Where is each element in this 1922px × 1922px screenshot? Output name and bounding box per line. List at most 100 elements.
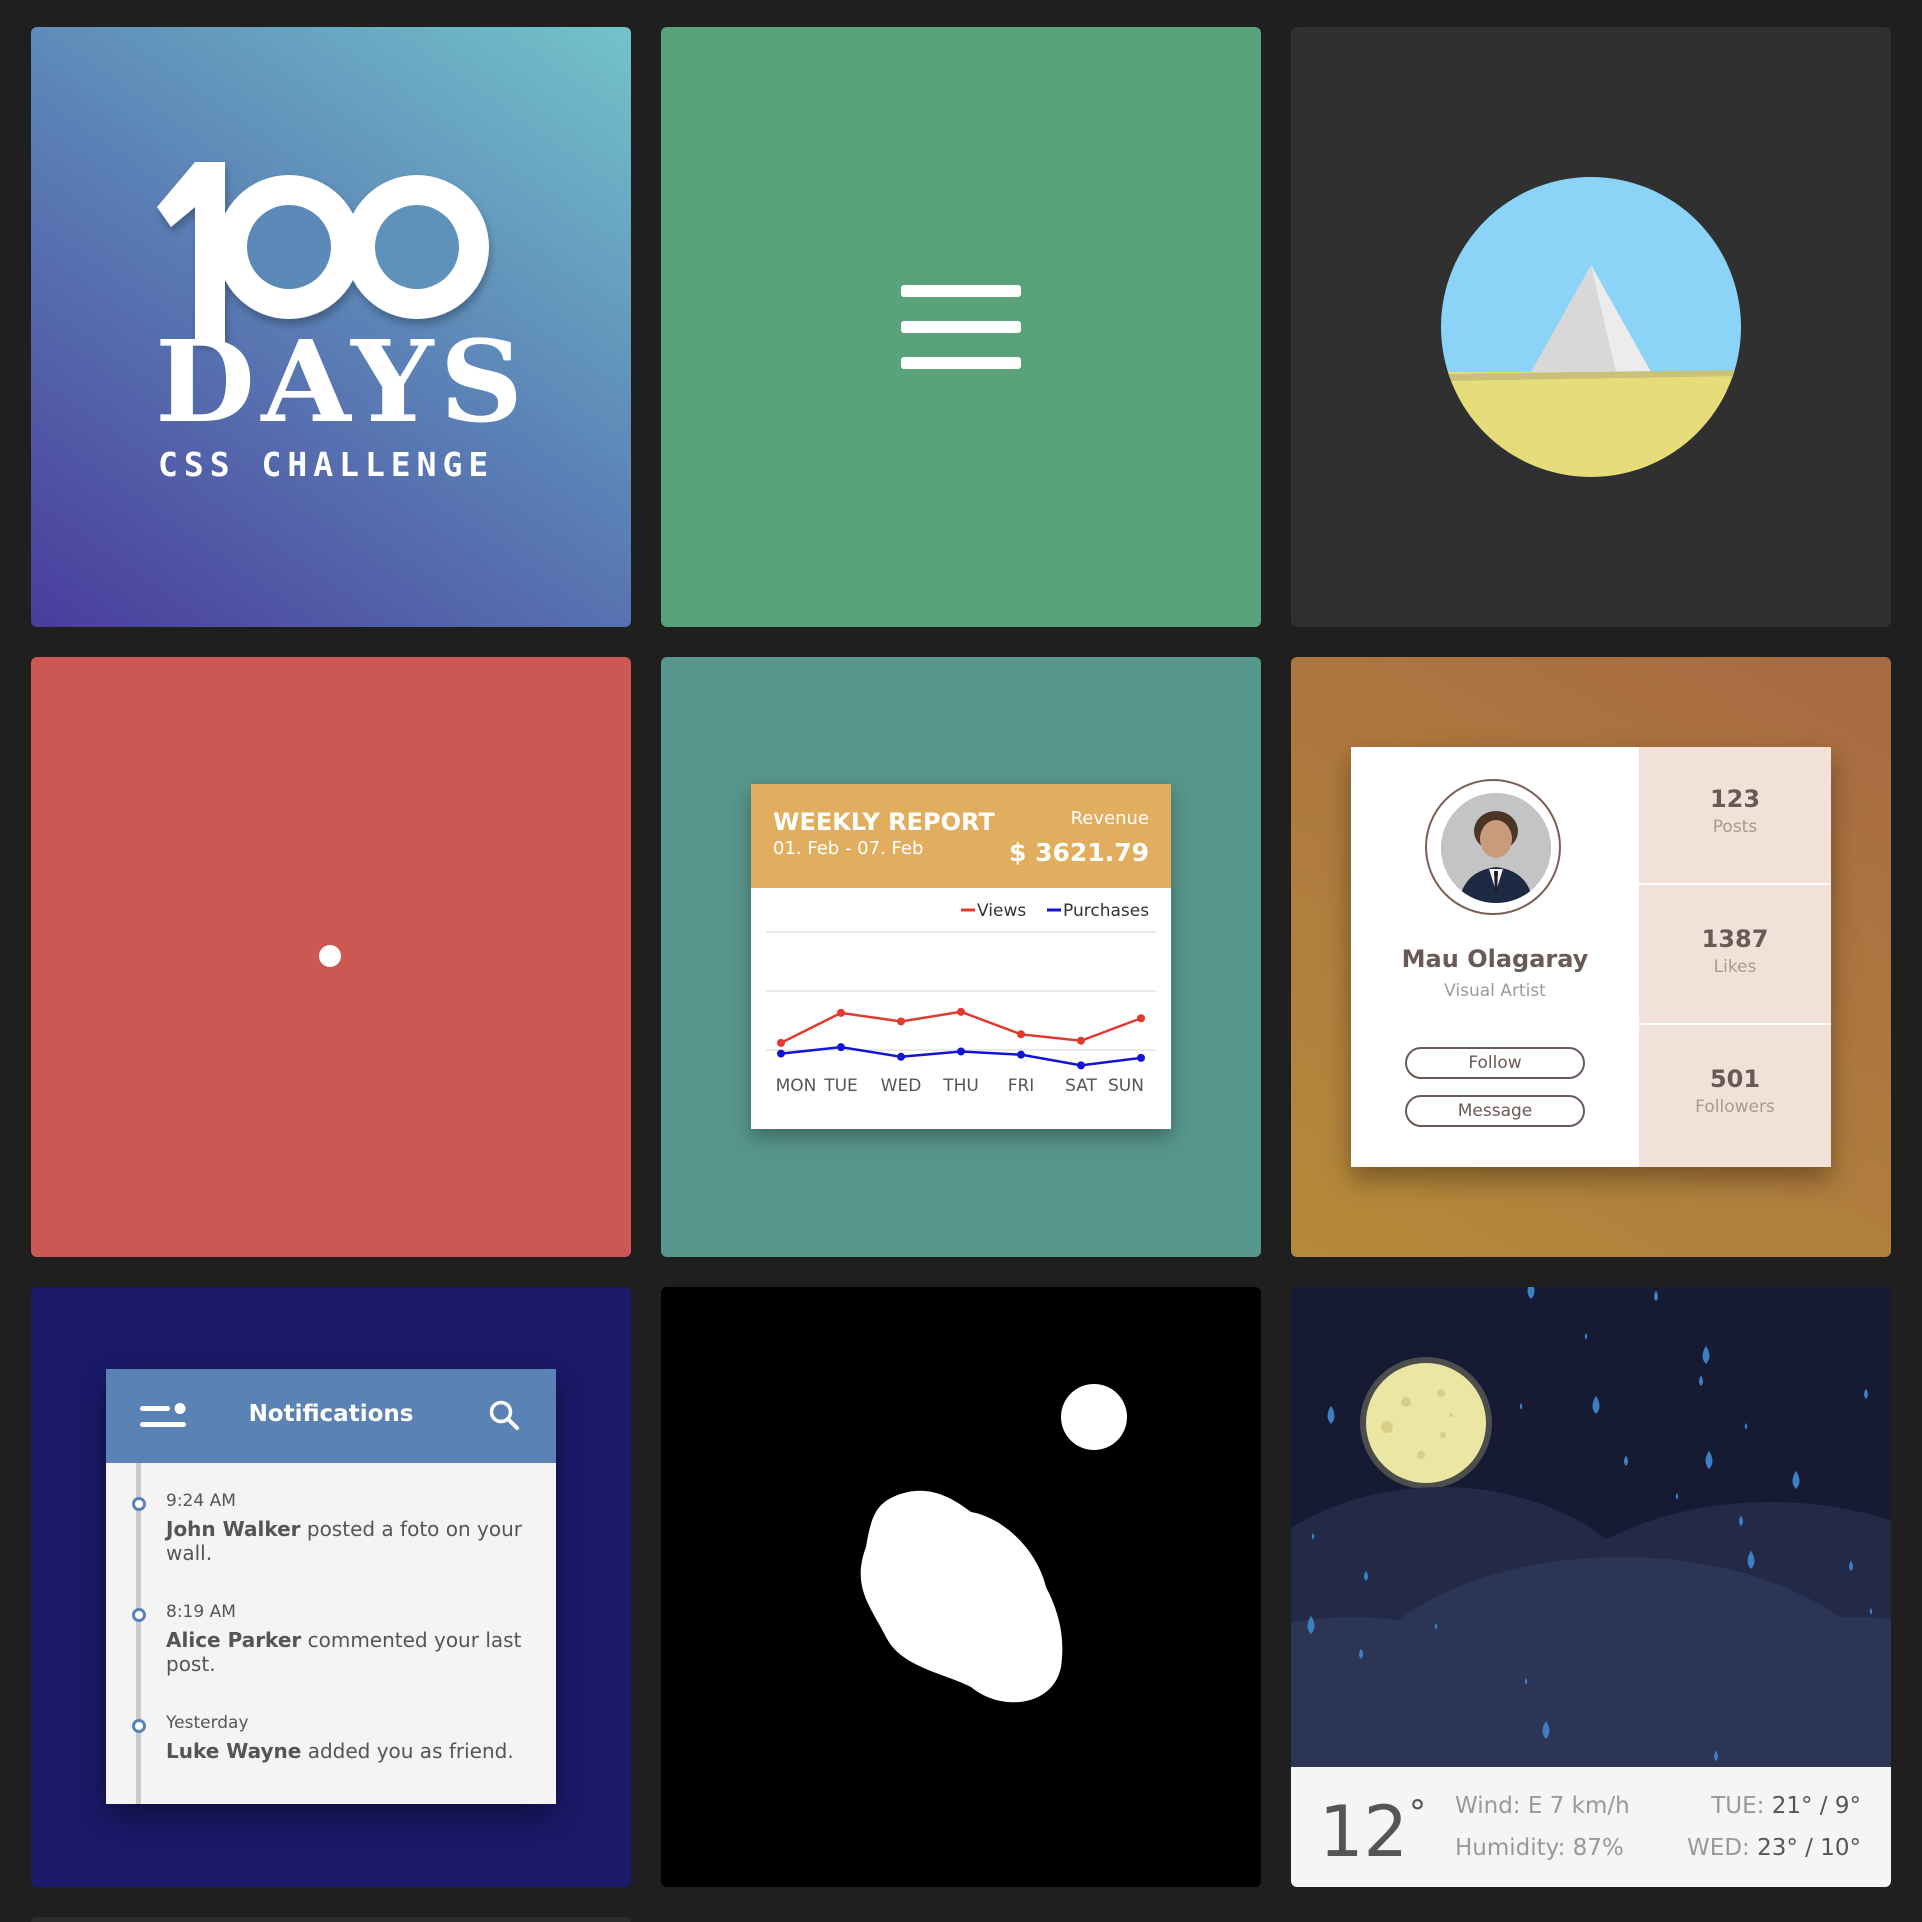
timeline-dot [132, 1719, 146, 1733]
data-point [897, 1017, 905, 1026]
temperature-degree: ° [1409, 1793, 1426, 1833]
profile-stats: 123 Posts 1387 Likes 501 Followers [1639, 747, 1831, 1167]
hamburger-line [901, 321, 1021, 333]
follow-button[interactable]: Follow [1405, 1047, 1585, 1079]
stat-label: Followers [1695, 1097, 1775, 1117]
stat-followers[interactable]: 501 Followers [1639, 1027, 1831, 1165]
avatar-ring [1425, 779, 1561, 915]
forecast-day: TUE: [1711, 1793, 1765, 1819]
x-tick-label: TUE [823, 1076, 858, 1096]
report-date-range: 01. Feb - 07. Feb [773, 838, 924, 859]
report-header: WEEKLY REPORT 01. Feb - 07. Feb Revenue … [751, 784, 1171, 888]
notification-name: Alice Parker [166, 1628, 302, 1652]
notification-text: Alice Parker commented your last post. [166, 1628, 536, 1676]
notification-message: added you as friend. [301, 1739, 514, 1763]
data-point [837, 1043, 845, 1052]
stat-likes[interactable]: 1387 Likes [1639, 887, 1831, 1025]
data-point [897, 1052, 905, 1061]
stat-posts[interactable]: 123 Posts [1639, 747, 1831, 885]
x-tick-label: MON [776, 1076, 817, 1096]
report-title: WEEKLY REPORT [773, 808, 995, 836]
temperature: 12 [1319, 1791, 1409, 1873]
forecast-day: WED: [1687, 1835, 1750, 1861]
logo-days-text: DAYS [155, 317, 530, 448]
red-dot-tile[interactable] [31, 657, 631, 1257]
x-tick-label: FRI [1008, 1076, 1035, 1096]
data-point [957, 1007, 965, 1016]
stat-label: Posts [1712, 817, 1758, 837]
x-tick-label: THU [942, 1076, 979, 1096]
pyramid-scene-icon [1441, 177, 1741, 477]
forecast-value: 21° / 9° [1771, 1793, 1861, 1819]
timeline-line [136, 1463, 141, 1804]
x-tick-label: SAT [1065, 1076, 1097, 1096]
weekly-line-chart: Views Purchases MON TUE WED THU FRI SAT SUN [766, 901, 1156, 1096]
hamburger-menu-icon[interactable] [901, 285, 1021, 393]
legend-label: Views [977, 901, 1026, 921]
profile-tile[interactable]: Mau Olagaray Visual Artist Follow Messag… [1291, 657, 1891, 1257]
small-blob [1061, 1384, 1127, 1450]
weekly-report-tile[interactable]: WEEKLY REPORT 01. Feb - 07. Feb Revenue … [661, 657, 1261, 1257]
blob-tile[interactable] [661, 1287, 1261, 1887]
revenue-label: Revenue [1070, 808, 1149, 829]
logo-tile[interactable]: 100 DAYS CSS CHALLENGE [31, 27, 631, 627]
stat-value: 1387 [1701, 925, 1769, 953]
data-point [1017, 1030, 1025, 1039]
message-button[interactable]: Message [1405, 1095, 1585, 1127]
next-tile-edge [31, 1917, 631, 1922]
notification-time: 9:24 AM [166, 1491, 236, 1511]
timeline-dot [132, 1497, 146, 1511]
humidity-info: Humidity: 87% [1455, 1835, 1624, 1861]
data-point [1077, 1036, 1085, 1045]
revenue-value: $ 3621.79 [1009, 838, 1149, 867]
white-dot [319, 945, 341, 967]
hamburger-tile[interactable] [661, 27, 1261, 627]
data-point [777, 1049, 785, 1058]
logo-subtitle: CSS CHALLENGE [158, 445, 495, 484]
weather-info-bar: 12 ° Wind: E 7 km/h Humidity: 87% TUE: 2… [1291, 1767, 1891, 1887]
notification-time: 8:19 AM [166, 1602, 236, 1622]
weather-scene [1291, 1287, 1891, 1767]
notifications-card: Notifications 9:24 AM John Walker posted… [106, 1369, 556, 1804]
data-point [1077, 1061, 1085, 1070]
timeline-dot [132, 1608, 146, 1622]
avatar-portrait-icon [1441, 793, 1551, 903]
stat-label: Likes [1713, 957, 1757, 977]
series-line [780, 1010, 1142, 1044]
x-tick-label: SUN [1108, 1076, 1144, 1096]
forecast-value: 23° / 10° [1757, 1835, 1861, 1861]
hamburger-line [901, 285, 1021, 297]
profile-main: Mau Olagaray Visual Artist Follow Messag… [1351, 747, 1639, 1167]
notification-text: Luke Wayne added you as friend. [166, 1739, 536, 1763]
legend-label: Purchases [1063, 901, 1149, 921]
weekly-report-card: WEEKLY REPORT 01. Feb - 07. Feb Revenue … [751, 784, 1171, 1129]
data-point [957, 1047, 965, 1056]
notification-name: John Walker [166, 1517, 301, 1541]
profile-name: Mau Olagaray [1401, 945, 1589, 973]
data-point [1017, 1050, 1025, 1059]
stat-value: 501 [1709, 1065, 1761, 1093]
profile-card: Mau Olagaray Visual Artist Follow Messag… [1351, 747, 1831, 1167]
logo-number: 100 [149, 147, 151, 148]
data-point [837, 1008, 845, 1017]
data-point [777, 1038, 785, 1047]
wind-info: Wind: E 7 km/h [1455, 1793, 1630, 1819]
pyramid-tile[interactable] [1291, 27, 1891, 627]
notifications-tile[interactable]: Notifications 9:24 AM John Walker posted… [31, 1287, 631, 1887]
search-icon[interactable] [488, 1399, 520, 1431]
notification-time: Yesterday [166, 1713, 249, 1733]
stat-value: 123 [1709, 785, 1761, 813]
notification-name: Luke Wayne [166, 1739, 302, 1763]
avatar[interactable] [1441, 793, 1551, 903]
forecast-tue: TUE: 21° / 9° [1711, 1793, 1861, 1819]
x-tick-label: WED [881, 1076, 922, 1096]
blob-graphic [860, 1384, 1127, 1703]
hamburger-line [901, 357, 1021, 369]
notification-text: John Walker posted a foto on your wall. [166, 1517, 536, 1565]
data-point [1137, 1014, 1145, 1023]
profile-role: Visual Artist [1444, 981, 1546, 1001]
notifications-header: Notifications [106, 1369, 556, 1463]
large-blob [860, 1490, 1063, 1703]
weather-tile[interactable]: 12 ° Wind: E 7 km/h Humidity: 87% TUE: 2… [1291, 1287, 1891, 1887]
forecast-wed: WED: 23° / 10° [1687, 1835, 1861, 1861]
